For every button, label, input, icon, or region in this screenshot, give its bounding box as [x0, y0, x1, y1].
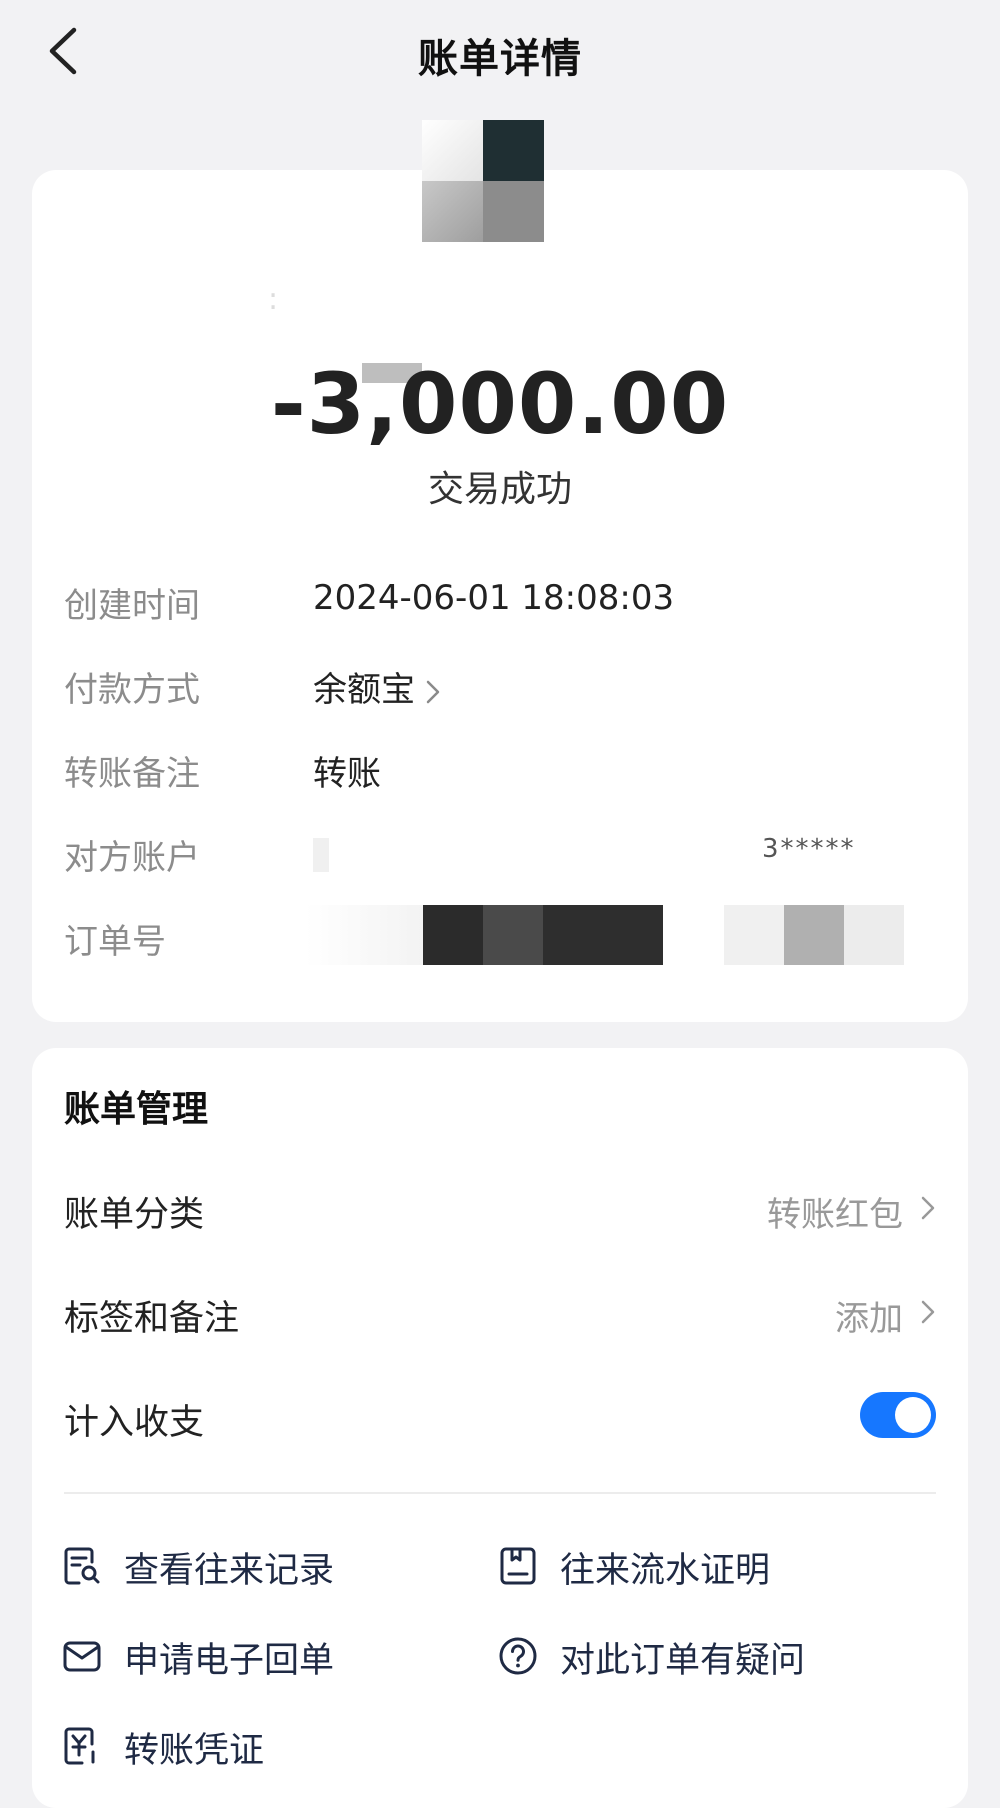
nav-bar: 账单详情	[0, 0, 1000, 100]
transfer-voucher-label: 转账凭证	[124, 1731, 265, 1771]
created-time-label: 创建时间	[64, 586, 200, 626]
created-time-value: 2024-06-01 18:08:03	[313, 578, 675, 618]
bill-category-value: 转账红包	[767, 1195, 903, 1235]
masked-counterparty	[313, 838, 329, 872]
tags-notes-label: 标签和备注	[64, 1299, 240, 1339]
include-in-stats-label: 计入收支	[64, 1403, 205, 1443]
statement-icon	[500, 1547, 536, 1585]
divider	[64, 1492, 936, 1494]
transaction-statement-label: 往来流水证明	[560, 1551, 771, 1591]
counterparty-label: 对方账户	[64, 838, 200, 878]
toggle-knob	[895, 1397, 931, 1433]
payment-method-value: 余额宝	[313, 670, 415, 710]
order-question-label: 对此订单有疑问	[560, 1641, 806, 1681]
payment-method-label: 付款方式	[64, 670, 200, 710]
transaction-amount: -3,000.00	[270, 355, 730, 453]
bill-category-label: 账单分类	[64, 1195, 205, 1235]
chevron-right-icon	[921, 1300, 935, 1324]
memo-label: 转账备注	[64, 754, 200, 794]
masked-name: :	[268, 282, 279, 317]
counterparty-account-tail: 3*****	[762, 834, 856, 864]
request-receipt-label: 申请电子回单	[124, 1641, 335, 1681]
page-title: 账单详情	[418, 36, 582, 82]
avatar	[422, 120, 544, 242]
order-number-label: 订单号	[64, 922, 166, 962]
mail-icon	[63, 1641, 101, 1672]
transaction-status: 交易成功	[427, 469, 572, 510]
yen-document-icon	[64, 1727, 95, 1765]
chevron-right-icon	[426, 680, 440, 703]
view-history-label: 查看往来记录	[124, 1551, 335, 1591]
tags-notes-value: 添加	[835, 1299, 903, 1339]
payment-method-link[interactable]: 余额宝	[313, 662, 441, 711]
chevron-right-icon	[921, 1196, 935, 1220]
memo-value: 转账	[313, 754, 381, 794]
help-circle-icon	[499, 1637, 537, 1675]
section-title: 账单管理	[64, 1089, 209, 1130]
include-in-stats-toggle[interactable]	[860, 1392, 936, 1438]
document-search-icon	[64, 1547, 100, 1585]
